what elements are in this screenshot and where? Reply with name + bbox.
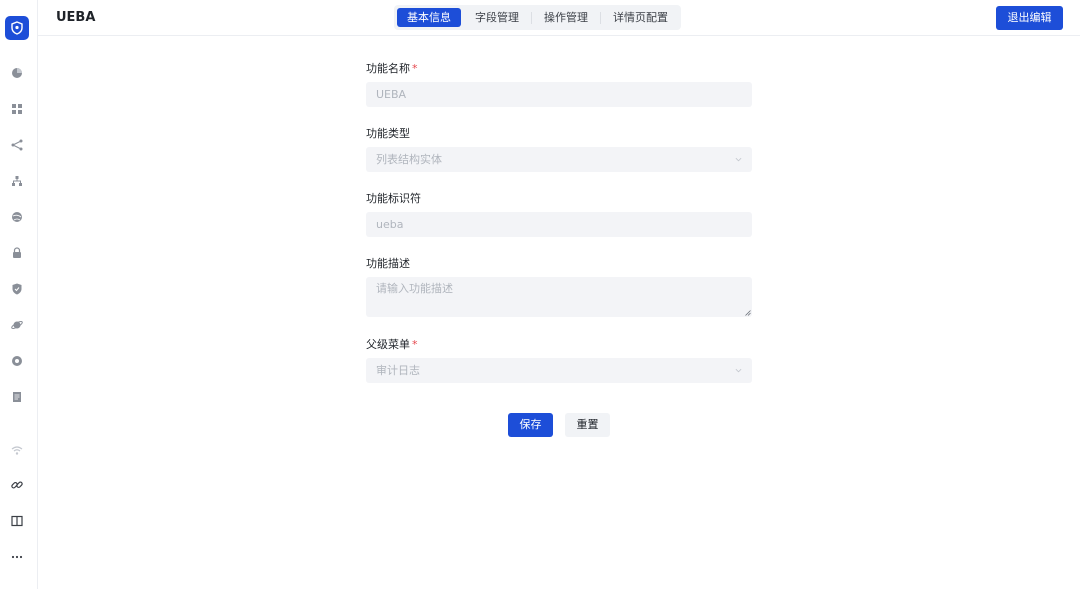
sidebar-item-book[interactable]: [8, 512, 26, 530]
tab-divider: [600, 11, 601, 24]
hierarchy-icon: [12, 176, 22, 186]
link-icon: [11, 481, 23, 489]
function-identifier-label: 功能标识符: [366, 192, 421, 205]
sidebar-item-overview[interactable]: [8, 64, 26, 82]
textarea-placeholder: 请输入功能描述: [376, 282, 453, 295]
sidebar-item-network[interactable]: [8, 441, 26, 459]
required-mark: *: [412, 62, 418, 75]
sidebar-item-lock[interactable]: [8, 244, 26, 262]
reset-button[interactable]: 重置: [565, 413, 610, 437]
function-name-label: 功能名称 *: [366, 60, 418, 76]
sidebar-item-hierarchy[interactable]: [8, 172, 26, 190]
page-title: UEBA: [56, 10, 96, 25]
pie-chart-icon: [12, 68, 22, 78]
sidebar-item-globe[interactable]: [8, 208, 26, 226]
field-value: UEBA: [376, 88, 407, 101]
parent-menu-label: 父级菜单 *: [366, 336, 418, 352]
sidebar-item-badge[interactable]: [8, 352, 26, 370]
tab-divider: [531, 11, 532, 24]
required-mark: *: [412, 338, 418, 351]
shield-icon: [11, 21, 23, 35]
parent-menu-select[interactable]: 审计日志: [366, 358, 752, 383]
function-name-field[interactable]: UEBA: [366, 82, 752, 107]
document-icon: [13, 392, 21, 402]
badge-icon: [12, 356, 22, 366]
sidebar-item-share[interactable]: [8, 136, 26, 154]
sidebar-item-planet[interactable]: [8, 316, 26, 334]
share-icon: [11, 139, 23, 151]
function-type-label: 功能类型: [366, 127, 410, 140]
tab-field-management[interactable]: 字段管理: [465, 8, 529, 27]
select-value: 审计日志: [376, 364, 420, 377]
chevron-down-icon: [735, 368, 742, 373]
chevron-down-icon: [735, 157, 742, 162]
wifi-icon: [11, 446, 23, 455]
label-text: 父级菜单: [366, 338, 410, 351]
function-description-label: 功能描述: [366, 257, 410, 270]
dashboard-icon: [12, 104, 22, 114]
sidebar-item-more[interactable]: [8, 548, 26, 566]
sidebar-item-document[interactable]: [8, 388, 26, 406]
function-identifier-field[interactable]: ueba: [366, 212, 752, 237]
tab-operation-management[interactable]: 操作管理: [534, 8, 598, 27]
save-button[interactable]: 保存: [508, 413, 553, 437]
planet-icon: [11, 321, 23, 329]
tab-bar: 基本信息 字段管理 操作管理 详情页配置: [394, 5, 681, 30]
sidebar-item-security[interactable]: [8, 280, 26, 298]
top-bar: UEBA 基本信息 字段管理 操作管理 详情页配置 退出编辑: [38, 0, 1080, 36]
tab-basic-info[interactable]: 基本信息: [397, 8, 461, 27]
globe-icon: [12, 212, 22, 222]
sidebar-item-link[interactable]: [8, 476, 26, 494]
book-icon: [11, 515, 23, 527]
app-logo[interactable]: [5, 16, 29, 40]
sidebar: [0, 0, 38, 589]
more-icon: [11, 555, 23, 559]
function-description-textarea[interactable]: 请输入功能描述: [366, 277, 752, 317]
lock-icon: [13, 247, 21, 258]
select-value: 列表结构实体: [376, 153, 442, 166]
function-type-select[interactable]: 列表结构实体: [366, 147, 752, 172]
label-text: 功能名称: [366, 62, 410, 75]
exit-edit-button[interactable]: 退出编辑: [996, 6, 1063, 30]
shield-check-icon: [12, 283, 22, 295]
tab-detail-page-config[interactable]: 详情页配置: [603, 8, 678, 27]
resize-handle-icon[interactable]: [745, 310, 751, 316]
field-value: ueba: [376, 218, 404, 231]
sidebar-item-dashboard[interactable]: [8, 100, 26, 118]
